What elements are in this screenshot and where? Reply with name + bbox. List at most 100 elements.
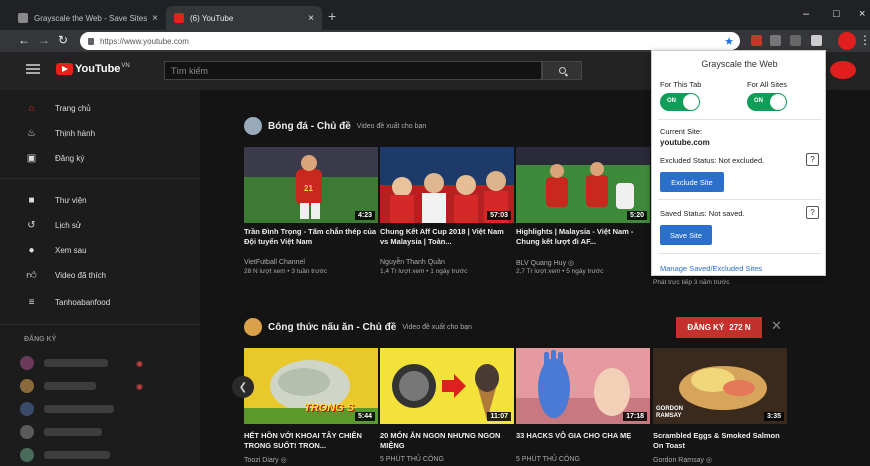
tab-grayscale-the-web[interactable]: Grayscale the Web - Save Sites ×	[10, 6, 166, 30]
subscription-channel[interactable]	[20, 448, 170, 462]
video-thumbnail[interactable]: 11:07	[380, 348, 514, 424]
logo-text: YouTube	[75, 63, 121, 75]
youtube-account-avatar[interactable]	[830, 61, 856, 79]
video-thumbnail[interactable]: 21 4:23	[244, 147, 378, 223]
video-title[interactable]: Trần Đình Trọng - Tấm chắn thép của Đội …	[244, 227, 378, 247]
video-duration: 4:23	[354, 211, 375, 220]
extension-icon[interactable]	[770, 35, 781, 46]
folder-icon: ■	[28, 194, 35, 206]
sidebar-item-label: Xem sau	[55, 245, 87, 255]
sidebar-item-liked-videos[interactable]: 👍︎ Video đã thích	[0, 263, 200, 287]
for-all-sites-label: For All Sites	[747, 80, 788, 89]
bookmark-star-icon[interactable]: ★	[724, 35, 734, 48]
section-header-football: Bóng đá - Chủ đề Video đề xuất cho bạn	[244, 117, 426, 135]
maximize-icon[interactable]: □	[833, 8, 840, 20]
sidebar-item-subscriptions[interactable]: ▣ Đăng ký	[0, 146, 200, 170]
help-icon[interactable]: ?	[806, 206, 819, 219]
extension-favicon-icon	[18, 13, 28, 23]
video-title[interactable]: Highlights | Malaysia - Việt Nam - Chung…	[516, 227, 650, 247]
video-title[interactable]: 33 HACKS VÔ GIA CHO CHA MẸ	[516, 431, 650, 441]
video-thumbnail[interactable]: GORDON RAMSAY 3:35	[653, 348, 787, 424]
youtube-logo[interactable]: YouTube VN	[56, 63, 130, 75]
scroll-left-icon[interactable]: ❮	[232, 376, 254, 398]
for-this-tab-toggle[interactable]: ON	[660, 93, 700, 111]
sidebar-item-watch-later[interactable]: ● Xem sau	[0, 238, 200, 262]
live-indicator-icon: ◉	[136, 358, 143, 368]
video-duration: 5:20	[626, 211, 647, 220]
video-thumbnail[interactable]: TRONG S 5:44	[244, 348, 378, 424]
video-title[interactable]: Chung Kết Aff Cup 2018 | Việt Nam vs Mal…	[380, 227, 514, 247]
video-channel[interactable]: VietFutball Channel	[244, 259, 378, 266]
logo-region: VN	[121, 63, 130, 69]
video-duration: 11:07	[487, 412, 511, 421]
profile-avatar[interactable]	[838, 32, 856, 50]
subscriptions-heading: ĐĂNG KÝ	[24, 336, 57, 343]
sidebar-divider	[0, 324, 200, 325]
dismiss-section-icon[interactable]: ✕	[771, 318, 782, 334]
video-channel[interactable]: Toozi Diary ◎	[244, 456, 378, 464]
sidebar-item-library[interactable]: ■ Thư viện	[0, 188, 200, 212]
subscription-channel[interactable]	[20, 402, 170, 416]
sidebar-item-label: Trang chủ	[55, 103, 91, 113]
sidebar-item-label: Đăng ký	[55, 153, 85, 163]
video-channel[interactable]: BLV Quang Huy ◎	[516, 259, 650, 267]
subscription-channel[interactable]	[20, 425, 170, 439]
section-title[interactable]: Bóng đá - Chủ đề	[268, 121, 351, 132]
video-title[interactable]: 20 MÓN ĂN NGON NHƯNG NGON MIỆNG	[380, 431, 514, 451]
address-bar[interactable]: https://www.youtube.com ★	[80, 32, 740, 50]
forward-icon[interactable]: →	[38, 33, 50, 47]
search-input[interactable]: Tìm kiếm	[164, 61, 542, 80]
reload-icon[interactable]: ↻	[58, 33, 68, 47]
channel-avatar	[20, 379, 34, 393]
tab-title: (6) YouTube	[190, 13, 234, 23]
extension-icon[interactable]	[790, 35, 801, 46]
topic-avatar[interactable]	[244, 318, 262, 336]
youtube-play-icon	[56, 63, 73, 75]
subscriber-count: 272 N	[729, 323, 751, 332]
hamburger-menu-icon[interactable]	[26, 64, 40, 74]
back-icon[interactable]: ←	[18, 33, 30, 47]
minimize-icon[interactable]: –	[803, 8, 809, 20]
exclude-site-button[interactable]: Exclude Site	[660, 172, 724, 192]
grayscale-extension-icon[interactable]	[811, 35, 822, 46]
topic-avatar[interactable]	[244, 117, 262, 135]
menu-dots-icon[interactable]: ⋮	[859, 33, 870, 47]
save-site-button[interactable]: Save Site	[660, 225, 712, 245]
for-all-sites-toggle[interactable]: ON	[747, 93, 787, 111]
subscription-channel[interactable]: ◉	[20, 356, 170, 370]
video-channel[interactable]: 5 PHÚT THỦ CÔNG	[380, 456, 514, 463]
video-meta: 28 N lượt xem • 3 tuần trước	[244, 268, 328, 275]
toggle-knob	[683, 94, 699, 110]
help-icon[interactable]: ?	[806, 153, 819, 166]
video-channel[interactable]: Gordon Ramsay ◎	[653, 456, 787, 464]
search-icon	[558, 67, 566, 74]
sidebar-item-trending[interactable]: ♨ Thịnh hành	[0, 121, 200, 145]
close-icon[interactable]: ×	[308, 13, 314, 24]
video-channel[interactable]: 5 PHÚT THỦ CÔNG	[516, 456, 650, 463]
video-thumbnail[interactable]: 17:18	[516, 348, 650, 424]
video-title[interactable]: HẾT HỒN VỚI KHOAI TÂY CHIÊN TRONG SUỐT! …	[244, 431, 378, 451]
channel-avatar	[20, 356, 34, 370]
subscription-channel[interactable]: ◉	[20, 379, 170, 393]
new-tab-icon[interactable]: +	[328, 8, 336, 24]
video-thumbnail[interactable]: 57:03	[380, 147, 514, 223]
sidebar-item-history[interactable]: ↺ Lịch sử	[0, 213, 200, 237]
close-window-icon[interactable]: ×	[859, 8, 865, 20]
video-thumbnail[interactable]: 5:20	[516, 147, 650, 223]
tab-youtube[interactable]: (6) YouTube ×	[166, 6, 322, 30]
manage-sites-link[interactable]: Manage Saved/Excluded Sites	[660, 264, 762, 273]
blurred-channel-name	[44, 359, 108, 367]
video-title[interactable]: Scrambled Eggs & Smoked Salmon On Toast	[653, 431, 787, 451]
excluded-status: Excluded Status: Not excluded.	[660, 156, 765, 165]
section-title[interactable]: Công thức nấu ăn - Chủ đề	[268, 322, 396, 333]
sidebar-item-home[interactable]: ⌂ Trang chủ	[0, 96, 200, 120]
subscribe-button[interactable]: ĐĂNG KÝ 272 N	[676, 317, 762, 338]
svg-text:21: 21	[304, 184, 313, 193]
search-button[interactable]	[542, 61, 582, 80]
home-icon: ⌂	[28, 102, 35, 114]
popup-divider	[658, 199, 821, 200]
extension-icon[interactable]	[751, 35, 762, 46]
close-icon[interactable]: ×	[152, 13, 158, 24]
video-channel[interactable]: Nguyễn Thanh Quân	[380, 259, 514, 266]
sidebar-item-tanhoabanfood[interactable]: ≡ Tanhoabanfood	[0, 290, 200, 314]
